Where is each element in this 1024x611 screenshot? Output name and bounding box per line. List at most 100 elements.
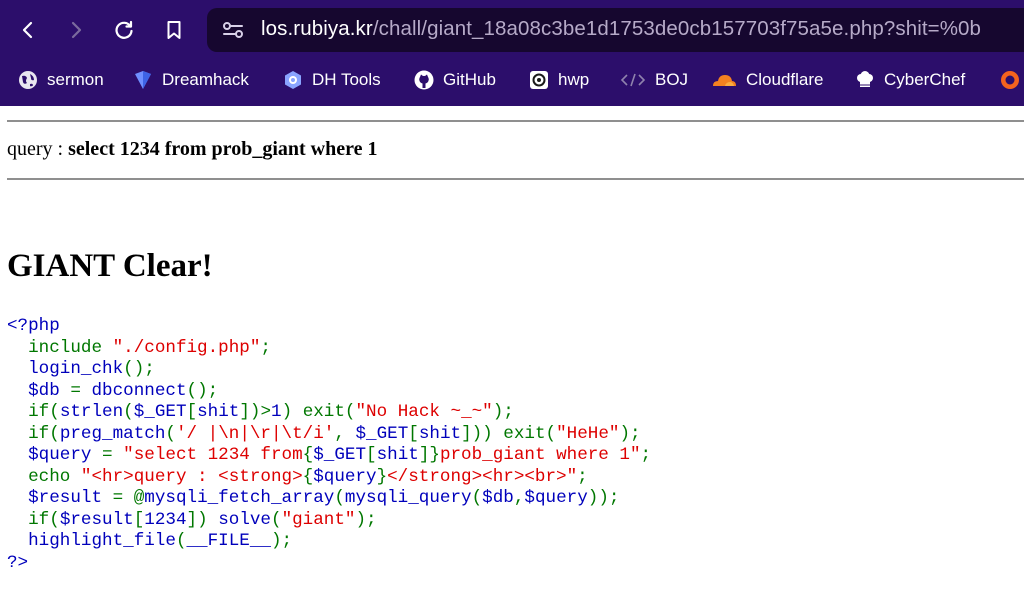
code-token: "HeHe" (556, 423, 620, 444)
reload-button[interactable] (108, 14, 140, 46)
github-icon (414, 70, 434, 90)
bookmark-label: CyberChef (884, 70, 966, 89)
bookmark-dh-tools[interactable]: DH Tools (283, 68, 381, 92)
code-token: echo (28, 466, 81, 487)
code-token: ( (334, 488, 345, 508)
code-token: ( (175, 531, 187, 551)
bookmark-cyberchef[interactable]: CyberChef (855, 68, 965, 92)
page-title: GIANT Clear! (7, 248, 213, 284)
code-token: "<hr>query : <strong> (80, 466, 303, 487)
url-text[interactable]: los.rubiya.kr/chall/giant_18a08c3be1d175… (261, 17, 981, 41)
code-token: )); (587, 488, 620, 508)
code-token: mysqli_fetch_array (144, 488, 335, 508)
code-token: solve (218, 509, 271, 530)
code-token: = (102, 445, 124, 465)
code-token: , (334, 423, 356, 444)
code-token: (); (123, 359, 155, 379)
code-token: $_GET (355, 423, 409, 444)
code-token: 1 (271, 402, 282, 422)
code-token: ); (270, 531, 293, 551)
code-token: shit (418, 423, 462, 444)
code-token: , (513, 488, 525, 508)
code-line: $result = @mysqli_fetch_array(mysqli_que… (7, 488, 651, 510)
code-line: echo "<hr>query : <strong>{$query}</stro… (7, 467, 651, 489)
query-value: select 1234 from prob_giant where 1 (68, 138, 378, 160)
code-token: ; (260, 337, 271, 358)
top-divider (7, 120, 1024, 122)
bookmark-boj[interactable]: BOJ (620, 68, 688, 92)
code-token: "No Hack ~_~" (355, 402, 493, 422)
code-token: = @ (112, 488, 145, 508)
code-token: $db (7, 380, 71, 401)
code-token: ); (492, 402, 514, 422)
dh-tools-icon (283, 70, 303, 90)
code-token: shit (376, 445, 419, 465)
code-token: dbconnect (91, 380, 187, 401)
bookmark-sermon[interactable]: sermon (18, 68, 104, 92)
code-token: [ (133, 509, 145, 530)
code-token: ?> (7, 552, 29, 573)
bookmark-github[interactable]: GitHub (414, 68, 496, 92)
globe-icon (18, 70, 38, 90)
code-token: ( (471, 488, 483, 508)
address-bar[interactable]: los.rubiya.kr/chall/giant_18a08c3be1d175… (207, 8, 1024, 52)
code-token: __FILE__ (186, 531, 271, 551)
forward-button[interactable] (60, 14, 92, 46)
code-token: ])> (239, 402, 272, 422)
reload-icon (115, 20, 133, 39)
code-token: include (28, 337, 113, 358)
bookmark-label: hwp (558, 70, 590, 89)
code-token: ( (165, 423, 176, 444)
bookmark-dreamhack[interactable]: Dreamhack (133, 68, 249, 92)
bookmark-hwp[interactable]: hwp (529, 68, 589, 92)
code-token: ); (355, 509, 377, 530)
code-token: 1234 (144, 509, 187, 530)
bookmark-label: Cloudflare (746, 70, 824, 89)
query-line: query : select 1234 from prob_giant wher… (7, 138, 378, 161)
bookmark-overflow[interactable] (1000, 68, 1024, 92)
bookmark-label: DH Tools (312, 70, 381, 89)
code-token: [ (186, 402, 198, 422)
code-line: <?php (7, 316, 651, 338)
code-line: if(preg_match('/ |\n|\r|\t/i', $_GET[shi… (7, 424, 651, 446)
code-token: $db (482, 488, 514, 508)
code-token: if( (28, 509, 60, 530)
code-token: '/ |\n|\r|\t/i' (175, 423, 335, 444)
code-token: $query (7, 445, 103, 465)
code-line: ?> (7, 553, 651, 575)
code-line: $db = dbconnect(); (7, 381, 651, 403)
query-label: query : (7, 138, 69, 160)
code-token: strlen (59, 402, 124, 422)
code-token: shit (197, 402, 240, 422)
code-token: prob_giant where 1" (439, 445, 641, 465)
chef-hat-icon (855, 70, 875, 90)
code-token: ); (619, 423, 641, 444)
bookmark-cloudflare[interactable]: Cloudflare (711, 68, 824, 92)
code-token: if( (28, 423, 60, 444)
bookmark-label: BOJ (655, 70, 689, 89)
bookmark-label: sermon (47, 70, 104, 89)
chevron-right-icon (71, 21, 82, 39)
bookmarks-bar: sermon Dreamhack DH Tools GitHub hwp BOJ… (0, 60, 1024, 100)
code-line: highlight_file(__FILE__); (7, 531, 651, 553)
browser-chrome: los.rubiya.kr/chall/giant_18a08c3be1d175… (0, 0, 1024, 106)
code-token: = (70, 380, 92, 401)
code-line: if($result[1234]) solve("giant"); (7, 510, 651, 532)
code-token: preg_match (59, 423, 166, 444)
site-settings-icon[interactable] (222, 20, 244, 40)
code-token: { (302, 466, 314, 487)
code-line: login_chk(); (7, 359, 651, 381)
hwp-icon (529, 70, 549, 90)
back-button[interactable] (12, 14, 44, 46)
code-token: login_chk (7, 359, 124, 379)
code-token: $_GET (133, 402, 187, 422)
code-token: "select 1234 from (123, 445, 303, 465)
code-token: { (302, 445, 314, 465)
code-token: $result (59, 509, 134, 530)
code-token: "./config.php" (112, 337, 261, 358)
bookmark-page-button[interactable] (158, 14, 190, 46)
